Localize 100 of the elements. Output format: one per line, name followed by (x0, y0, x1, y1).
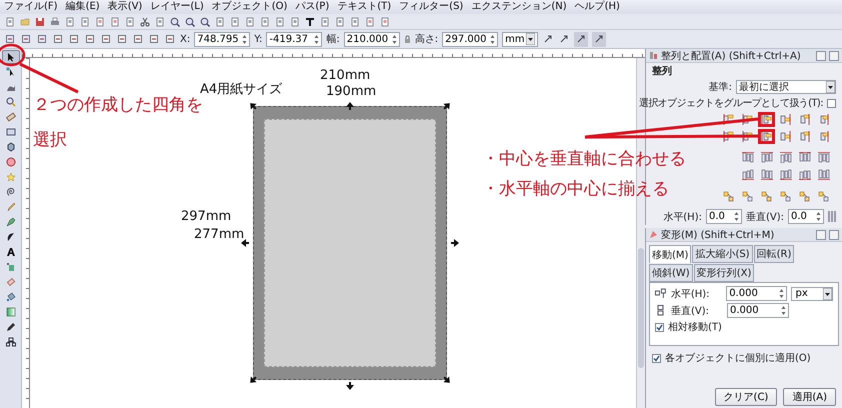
close-button[interactable] (829, 50, 839, 60)
distribute-button[interactable] (739, 150, 756, 165)
scissors-icon (140, 16, 150, 26)
node-align-icon (780, 191, 792, 202)
spinner-icon[interactable] (734, 211, 739, 222)
distribute-icon (760, 169, 772, 180)
resize-handle[interactable] (249, 102, 257, 110)
dropper-icon (6, 322, 16, 332)
resize-handle[interactable] (346, 102, 354, 110)
toolbar-button[interactable] (169, 16, 181, 28)
tab[interactable]: 移動(M) (649, 245, 692, 263)
toolbar-button[interactable] (304, 16, 316, 28)
resize-handle[interactable] (443, 376, 451, 384)
toolbar-button[interactable] (199, 16, 211, 28)
node-align-icon (742, 191, 754, 202)
dialog-button[interactable]: クリア(C) (714, 388, 778, 406)
bars-icon[interactable] (828, 211, 836, 222)
toolbar-button[interactable] (139, 16, 151, 28)
menu-item[interactable]: テキスト(T) (337, 0, 392, 14)
tab[interactable]: 変形行列(X) (694, 264, 754, 282)
minimize-button[interactable] (816, 50, 826, 60)
unit-dropdown[interactable]: px (791, 286, 833, 300)
number-field[interactable]: 748.795 (194, 32, 250, 46)
caret-icon[interactable] (826, 81, 835, 93)
tab[interactable]: 拡大縮小(S) (692, 245, 753, 263)
pencil-icon (6, 202, 16, 212)
distribute-icon (818, 169, 830, 180)
toolbar-button[interactable] (574, 32, 588, 46)
checkbox-label: 選択オブジェクトをグループとして扱う(T): (638, 96, 823, 110)
spinner-icon[interactable] (816, 211, 821, 222)
number-field[interactable]: 0.000 (726, 286, 788, 301)
checkbox[interactable] (652, 354, 661, 362)
resize-handle[interactable] (241, 239, 249, 247)
spinner-icon[interactable] (779, 288, 784, 299)
tab[interactable]: 回転(R) (754, 245, 794, 263)
node-align-icon (798, 191, 810, 202)
menu-item[interactable]: オブジェクト(O) (212, 0, 288, 14)
distribute-button[interactable] (815, 167, 832, 182)
distribute-button[interactable] (739, 167, 756, 182)
distribute-button[interactable] (777, 167, 794, 182)
number-field[interactable]: 0.000 (727, 303, 789, 318)
number-field[interactable]: 0.0 (706, 209, 742, 224)
close-button[interactable] (829, 230, 839, 240)
distribute-button[interactable] (815, 150, 832, 165)
node-arrow-icon (6, 67, 16, 77)
spinner-icon[interactable] (314, 34, 320, 44)
number-field[interactable]: 210.000 (344, 32, 400, 46)
dialog-button[interactable]: 適用(A) (783, 388, 836, 406)
menu-item[interactable]: 編集(E) (66, 0, 100, 14)
spinner-icon[interactable] (392, 34, 397, 44)
spinner-icon[interactable] (781, 305, 786, 316)
toolbar-button[interactable] (592, 32, 606, 46)
toolbar-button[interactable] (184, 16, 196, 28)
spinner-icon[interactable] (490, 34, 496, 44)
resize-handle[interactable] (451, 239, 459, 247)
minimize-button[interactable] (816, 230, 826, 240)
menu-item[interactable]: ヘルプ(H) (574, 0, 620, 14)
resize-handle[interactable] (346, 382, 354, 390)
resize-handle[interactable] (443, 102, 451, 110)
field-label: 幅: (326, 33, 340, 46)
checkbox[interactable] (827, 98, 836, 108)
unit-dropdown[interactable]: mm (502, 32, 538, 46)
letter-t-icon (305, 16, 315, 26)
menu-item[interactable]: フィルター(S) (399, 0, 464, 14)
menu-item[interactable]: レイヤー(L) (150, 0, 204, 14)
tool-button[interactable] (2, 50, 20, 64)
tab[interactable]: 傾斜(W) (649, 264, 693, 282)
menu-item[interactable]: 表示(V) (108, 0, 142, 14)
menu-item[interactable]: エクステンション(N) (471, 0, 567, 14)
save-icon (35, 16, 45, 26)
canvas-text: 190mm (326, 84, 376, 99)
distribute-button[interactable] (758, 150, 775, 165)
zoom-icon (170, 16, 180, 26)
checkbox-label: 各オブジェクトに個別に適用(O) (665, 352, 811, 365)
checkmark-icon (656, 324, 663, 330)
align-button[interactable] (758, 129, 775, 144)
number-field[interactable]: 297.000 (442, 32, 498, 46)
field-label: 垂直(V): (746, 210, 784, 224)
caret-icon[interactable] (526, 33, 536, 45)
distribute-button[interactable] (777, 150, 794, 165)
leader-line (19, 62, 79, 94)
section-heading: 整列 (652, 64, 672, 78)
resize-handle[interactable] (249, 376, 257, 384)
caret-icon[interactable] (823, 288, 832, 300)
lock-icon[interactable] (404, 34, 411, 44)
scrollbar-thumb[interactable] (638, 248, 644, 368)
number-field[interactable]: 0.0 (788, 209, 824, 224)
menu-item[interactable]: ファイル(F) (4, 0, 58, 14)
distribute-button[interactable] (758, 167, 775, 182)
relative-to-dropdown[interactable]: 最初に選択 (736, 80, 836, 94)
menu-item[interactable]: パス(P) (295, 0, 330, 14)
connector-icon (6, 337, 16, 347)
spinner-icon[interactable] (242, 34, 248, 44)
folder-icon (20, 16, 30, 26)
distribute-icon (780, 152, 792, 163)
checkbox[interactable] (655, 322, 664, 332)
align-button[interactable] (758, 112, 775, 127)
distribute-icon (798, 152, 810, 163)
number-field[interactable]: -419.37 (266, 32, 322, 46)
annotation-text: ２つの作成した四角を (33, 94, 203, 116)
